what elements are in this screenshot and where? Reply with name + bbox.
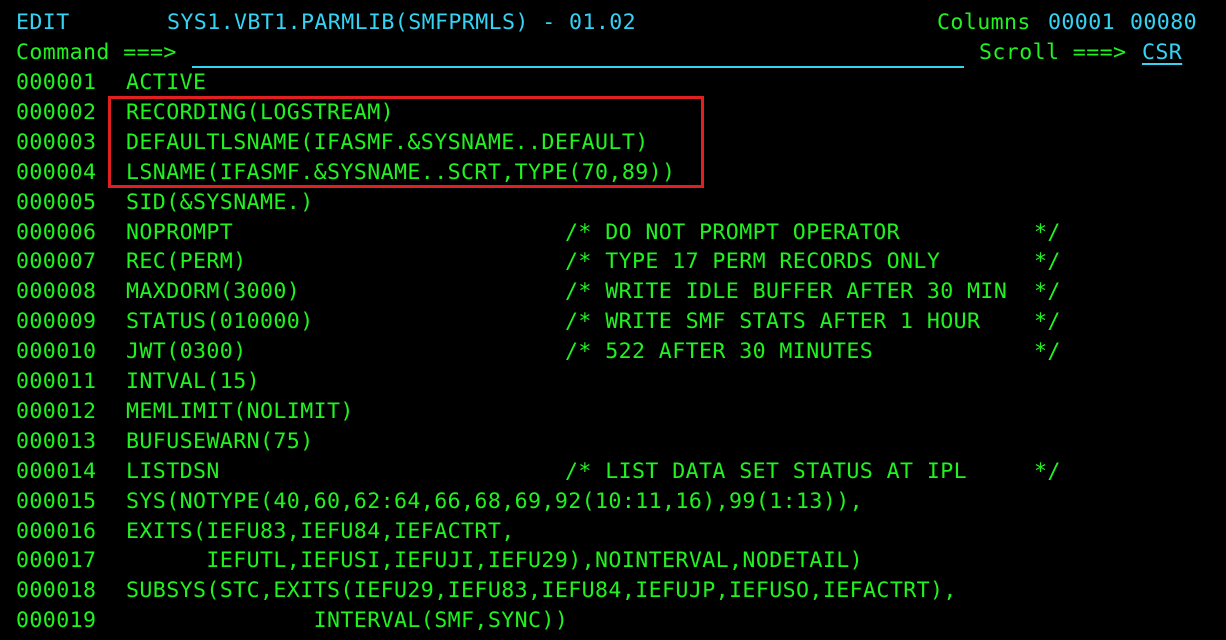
line-number[interactable]: 000019 <box>16 606 96 636</box>
line-text[interactable]: BUFUSEWARN(75) <box>126 427 314 457</box>
line-text[interactable]: JWT(0300) <box>126 337 247 367</box>
line-text[interactable]: SID(&SYSNAME.) <box>126 188 314 218</box>
data-line: 000006 NOPROMPT /* DO NOT PROMPT OPERATOR … <box>0 218 1226 248</box>
data-line: 000011 INTVAL(15) <box>0 367 1226 397</box>
line-number[interactable]: 000003 <box>16 128 96 158</box>
line-number[interactable]: 000005 <box>16 188 96 218</box>
line-text[interactable]: LSNAME(IFASMF.&SYSNAME..SCRT,TYPE(70,89)… <box>126 158 675 188</box>
data-line: 000013 BUFUSEWARN(75) <box>0 427 1226 457</box>
line-number[interactable]: 000012 <box>16 397 96 427</box>
data-line: 000010 JWT(0300) /* 522 AFTER 30 MINUTES *… <box>0 337 1226 367</box>
line-text[interactable]: ACTIVE <box>126 68 206 98</box>
line-text[interactable]: STATUS(010000) <box>126 307 314 337</box>
data-line: 000002 RECORDING(LOGSTREAM) <box>0 98 1226 128</box>
scroll-amount-field[interactable]: CSR <box>1142 38 1198 66</box>
ispf-edit-screen: EDIT SYS1.VBT1.PARMLIB(SMFPRMLS) - 01.02… <box>0 0 1226 640</box>
line-text[interactable]: INTERVAL(SMF,SYNC)) <box>126 606 568 636</box>
line-text[interactable]: MEMLIMIT(NOLIMIT) <box>126 397 354 427</box>
data-line: 000001 ACTIVE <box>0 68 1226 98</box>
line-number[interactable]: 000002 <box>16 98 96 128</box>
scroll-label: Scroll ===> <box>979 40 1127 65</box>
line-number[interactable]: 000018 <box>16 576 96 606</box>
line-text[interactable]: SYS(NOTYPE(40,60,62:64,66,68,69,92(10:11… <box>126 487 863 517</box>
dataset-name: SYS1.VBT1.PARMLIB(SMFPRMLS) - 01.02 <box>167 10 637 35</box>
line-comment[interactable]: /* TYPE 17 PERM RECORDS ONLY */ <box>565 247 1061 277</box>
data-line: 000012 MEMLIMIT(NOLIMIT) <box>0 397 1226 427</box>
data-line: 000004 LSNAME(IFASMF.&SYSNAME..SCRT,TYPE(… <box>0 158 1226 188</box>
line-text[interactable]: IEFUTL,IEFUSI,IEFUJI,IEFU29),NOINTERVAL,… <box>126 546 863 576</box>
line-number[interactable]: 000010 <box>16 337 96 367</box>
data-line: 000009 STATUS(010000) /* WRITE SMF STATS A… <box>0 307 1226 337</box>
line-text[interactable]: SUBSYS(STC,EXITS(IEFU29,IEFU83,IEFU84,IE… <box>126 576 957 606</box>
column-end: 00080 <box>1130 10 1198 35</box>
line-text[interactable]: INTVAL(15) <box>126 367 260 397</box>
data-line: 000008 MAXDORM(3000) /* WRITE IDLE BUFFER … <box>0 277 1226 307</box>
line-comment[interactable]: /* WRITE IDLE BUFFER AFTER 30 MIN */ <box>565 277 1061 307</box>
data-line: 000005 SID(&SYSNAME.) <box>0 188 1226 218</box>
line-number[interactable]: 000004 <box>16 158 96 188</box>
columns-label: Columns <box>937 10 1031 35</box>
line-text[interactable]: REC(PERM) <box>126 247 247 277</box>
title-line: EDIT SYS1.VBT1.PARMLIB(SMFPRMLS) - 01.02… <box>0 8 1226 38</box>
edit-mode-label: EDIT <box>16 10 70 35</box>
line-text[interactable]: MAXDORM(3000) <box>126 277 300 307</box>
data-line: 000003 DEFAULTLSNAME(IFASMF.&SYSNAME..DEF… <box>0 128 1226 158</box>
line-number[interactable]: 000001 <box>16 68 96 98</box>
line-comment[interactable]: /* DO NOT PROMPT OPERATOR */ <box>565 218 1061 248</box>
line-text[interactable]: NOPROMPT <box>126 218 233 248</box>
data-line: 000016 EXITS(IEFU83,IEFU84,IEFACTRT, <box>0 517 1226 547</box>
data-line: 000018 SUBSYS(STC,EXITS(IEFU29,IEFU83,IEF… <box>0 576 1226 606</box>
line-comment[interactable]: /* WRITE SMF STATS AFTER 1 HOUR */ <box>565 307 1061 337</box>
data-line: 000007 REC(PERM) /* TYPE 17 PERM RECORDS O… <box>0 247 1226 277</box>
line-text[interactable]: DEFAULTLSNAME(IFASMF.&SYSNAME..DEFAULT) <box>126 128 649 158</box>
column-start: 00001 <box>1048 10 1116 35</box>
line-number[interactable]: 000015 <box>16 487 96 517</box>
data-line: 000017 IEFUTL,IEFUSI,IEFUJI,IEFU29),NOIN… <box>0 546 1226 576</box>
line-comment[interactable]: /* LIST DATA SET STATUS AT IPL */ <box>565 457 1061 487</box>
line-text[interactable]: RECORDING(LOGSTREAM) <box>126 98 394 128</box>
data-line: 000014 LISTDSN /* LIST DATA SET STATUS AT … <box>0 457 1226 487</box>
line-number[interactable]: 000009 <box>16 307 96 337</box>
line-number[interactable]: 000017 <box>16 546 96 576</box>
command-input[interactable] <box>192 44 964 68</box>
line-number[interactable]: 000011 <box>16 367 96 397</box>
command-prompt-label: Command ===> <box>16 40 177 65</box>
line-number[interactable]: 000007 <box>16 247 96 277</box>
data-line: 000015 SYS(NOTYPE(40,60,62:64,66,68,69,92… <box>0 487 1226 517</box>
line-text[interactable]: LISTDSN <box>126 457 220 487</box>
line-comment[interactable]: /* 522 AFTER 30 MINUTES */ <box>565 337 1061 367</box>
data-line: 000019 INTERVAL(SMF,SYNC)) <box>0 606 1226 636</box>
line-text[interactable]: EXITS(IEFU83,IEFU84,IEFACTRT, <box>126 517 515 547</box>
line-number[interactable]: 000006 <box>16 218 96 248</box>
command-line: Command ===> Scroll ===> CSR <box>0 38 1226 68</box>
line-number[interactable]: 000014 <box>16 457 96 487</box>
line-number[interactable]: 000013 <box>16 427 96 457</box>
line-number[interactable]: 000016 <box>16 517 96 547</box>
line-number[interactable]: 000008 <box>16 277 96 307</box>
